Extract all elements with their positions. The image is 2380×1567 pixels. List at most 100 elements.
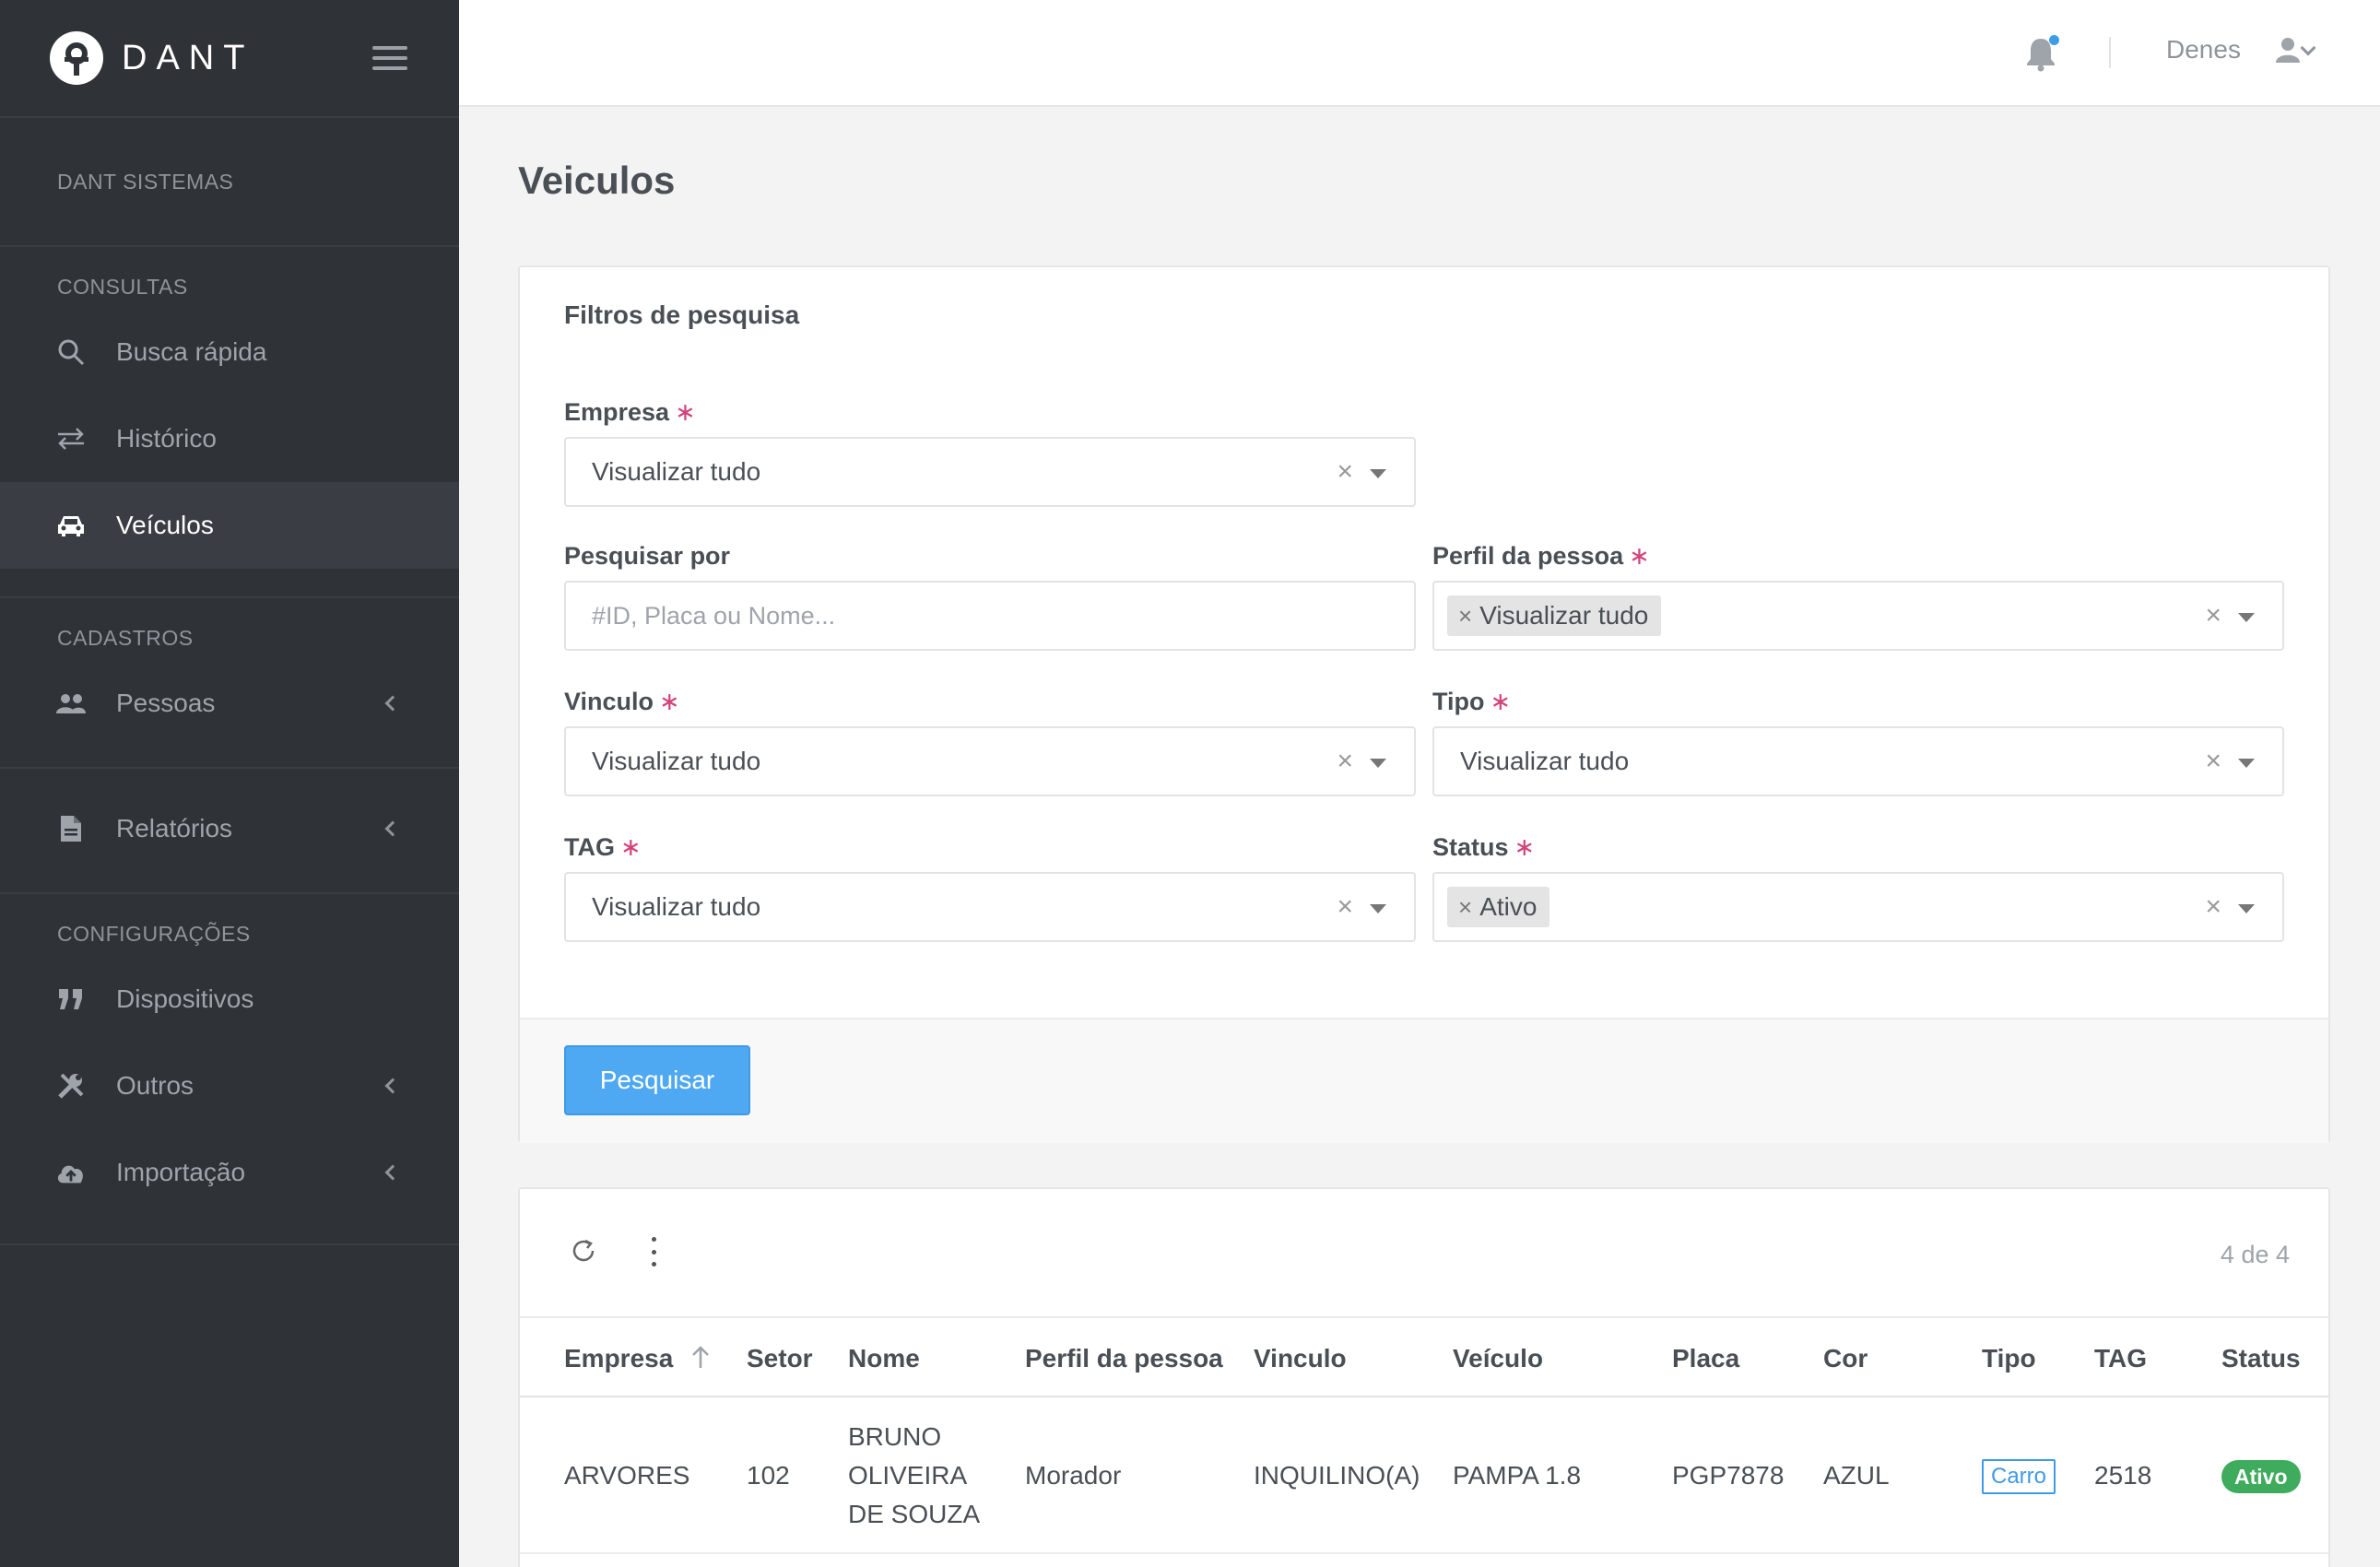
sidebar-item-label: Dispositivos (116, 984, 254, 1013)
tipo-value: Visualizar tudo (1460, 747, 1630, 775)
menu-toggle-icon[interactable] (372, 46, 407, 70)
tag-select[interactable]: Visualizar tudo × (564, 872, 1416, 942)
table-row[interactable]: ARVORES 102 BRUNO OLIVEIRA DE SOUZA Mora… (520, 1397, 2328, 1554)
chip-remove-icon[interactable]: × (1458, 602, 1472, 630)
chevron-left-icon (384, 1164, 401, 1181)
sidebar-item-pessoas[interactable]: Pessoas (0, 660, 459, 747)
search-icon (55, 336, 87, 368)
column-header-status[interactable]: Status (2221, 1344, 2301, 1373)
search-button[interactable]: Pesquisar (564, 1045, 750, 1115)
tag-label: TAG ∗ (564, 833, 642, 861)
column-header-tag[interactable]: TAG (2094, 1344, 2147, 1373)
chip-remove-icon[interactable]: × (1458, 893, 1472, 922)
cell-nome-line: BRUNO (848, 1422, 942, 1451)
column-header-nome[interactable]: Nome (848, 1344, 920, 1373)
dropdown-caret-icon[interactable] (2238, 613, 2255, 622)
sidebar-item-label: Pessoas (116, 689, 216, 717)
tag-value: Visualizar tudo (592, 892, 761, 921)
dropdown-caret-icon[interactable] (1370, 759, 1386, 768)
filter-card: Filtros de pesquisa Empresa ∗ Visualizar … (518, 265, 2330, 1143)
cell-nome-line: DE SOUZA (848, 1500, 981, 1528)
column-header-veiculo[interactable]: Veículo (1453, 1344, 1543, 1373)
clear-icon[interactable]: × (1337, 746, 1353, 777)
clear-icon[interactable]: × (1337, 891, 1353, 923)
sort-ascending-icon[interactable] (689, 1344, 712, 1372)
document-icon (55, 813, 87, 844)
dropdown-caret-icon[interactable] (2238, 904, 2255, 913)
arrows-swap-icon (55, 423, 87, 454)
required-mark: ∗ (1490, 688, 1512, 715)
cell-nome-line: OLIVEIRA (848, 1461, 968, 1490)
quote-icon (55, 984, 87, 1015)
brand-name[interactable]: DANT (122, 39, 253, 78)
search-input[interactable]: #ID, Placa ou Nome... (564, 581, 1416, 651)
clear-icon[interactable]: × (1337, 456, 1353, 488)
cell-veiculo: PAMPA 1.8 (1453, 1461, 1582, 1490)
column-header-placa[interactable]: Placa (1672, 1344, 1739, 1373)
car-icon (55, 510, 87, 541)
column-header-empresa[interactable]: Empresa (564, 1344, 673, 1373)
clear-icon[interactable]: × (2205, 600, 2221, 631)
cell-placa: PGP7878 (1672, 1461, 1785, 1490)
sidebar-item-relatorios[interactable]: Relatórios (0, 785, 459, 872)
dropdown-caret-icon[interactable] (1370, 469, 1386, 478)
sidebar-section-relatorios: Relatórios (0, 769, 459, 894)
sidebar-item-outros[interactable]: Outros (0, 1043, 459, 1129)
user-name[interactable]: Denes (2166, 35, 2241, 65)
status-select[interactable]: × Ativo × (1432, 872, 2284, 942)
sidebar-item-label: Importação (116, 1158, 246, 1186)
column-header-vinculo[interactable]: Vinculo (1254, 1344, 1347, 1373)
sidebar-item-label: Relatórios (116, 814, 233, 842)
vinculo-select[interactable]: Visualizar tudo × (564, 726, 1416, 796)
sidebar: DANT DANT SISTEMAS CONSULTAS Busca rápid… (0, 0, 459, 1567)
tools-icon (55, 1070, 87, 1102)
clear-icon[interactable]: × (2205, 891, 2221, 923)
header-divider (2109, 37, 2111, 68)
refresh-icon[interactable] (570, 1237, 599, 1267)
filter-card-title: Filtros de pesquisa (564, 300, 800, 329)
search-placeholder: #ID, Placa ou Nome... (592, 601, 836, 630)
empresa-select[interactable]: Visualizar tudo × (564, 437, 1416, 507)
vinculo-label: Vinculo ∗ (564, 688, 680, 715)
sidebar-item-label: Histórico (116, 424, 217, 453)
sidebar-item-dispositivos[interactable]: Dispositivos (0, 956, 459, 1043)
company-name: DANT SISTEMAS (57, 169, 234, 194)
tipo-select[interactable]: Visualizar tudo × (1432, 726, 2284, 796)
perfil-select[interactable]: × Visualizar tudo × (1432, 581, 2284, 651)
cell-tag: 2518 (2094, 1461, 2152, 1490)
status-chip[interactable]: × Ativo (1447, 887, 1550, 927)
column-header-cor[interactable]: Cor (1823, 1344, 1867, 1373)
required-mark: ∗ (675, 398, 696, 426)
sidebar-item-busca-rapida[interactable]: Busca rápida (0, 309, 459, 395)
table-header: Empresa Setor Nome Perfil da pessoa Vinc… (520, 1316, 2328, 1397)
column-header-setor[interactable]: Setor (747, 1344, 813, 1373)
section-heading: CONSULTAS (57, 275, 188, 299)
perfil-chip[interactable]: × Visualizar tudo (1447, 595, 1662, 636)
bell-icon[interactable] (2024, 35, 2059, 72)
logo-icon[interactable] (50, 31, 103, 85)
chevron-left-icon (384, 695, 401, 712)
sidebar-item-veiculos[interactable]: Veículos (0, 482, 459, 569)
more-options-icon[interactable] (649, 1237, 658, 1267)
column-header-perfil[interactable]: Perfil da pessoa (1025, 1344, 1223, 1373)
cell-cor: AZUL (1823, 1461, 1890, 1490)
tipo-badge: Carro (1982, 1459, 2056, 1494)
cell-setor: 102 (747, 1461, 790, 1490)
sidebar-item-importacao[interactable]: Importação (0, 1129, 459, 1216)
vinculo-value: Visualizar tudo (592, 747, 761, 775)
top-bar: Denes (459, 0, 2380, 107)
chevron-left-icon (384, 820, 401, 837)
chip-label: Ativo (1479, 892, 1538, 921)
sidebar-section-configuracoes: CONFIGURAÇÕES Dispositivos Outros Import… (0, 894, 459, 1245)
cell-perfil: Morador (1025, 1461, 1122, 1490)
user-icon[interactable] (2273, 35, 2306, 68)
status-label: Status ∗ (1432, 833, 1536, 861)
clear-icon[interactable]: × (2205, 746, 2221, 777)
dropdown-caret-icon[interactable] (2238, 759, 2255, 768)
dropdown-caret-icon[interactable] (1370, 904, 1386, 913)
chevron-left-icon (384, 1078, 401, 1094)
chip-label: Visualizar tudo (1479, 601, 1649, 630)
sidebar-item-historico[interactable]: Histórico (0, 395, 459, 482)
sidebar-header: DANT (0, 0, 459, 118)
column-header-tipo[interactable]: Tipo (1982, 1344, 2036, 1373)
